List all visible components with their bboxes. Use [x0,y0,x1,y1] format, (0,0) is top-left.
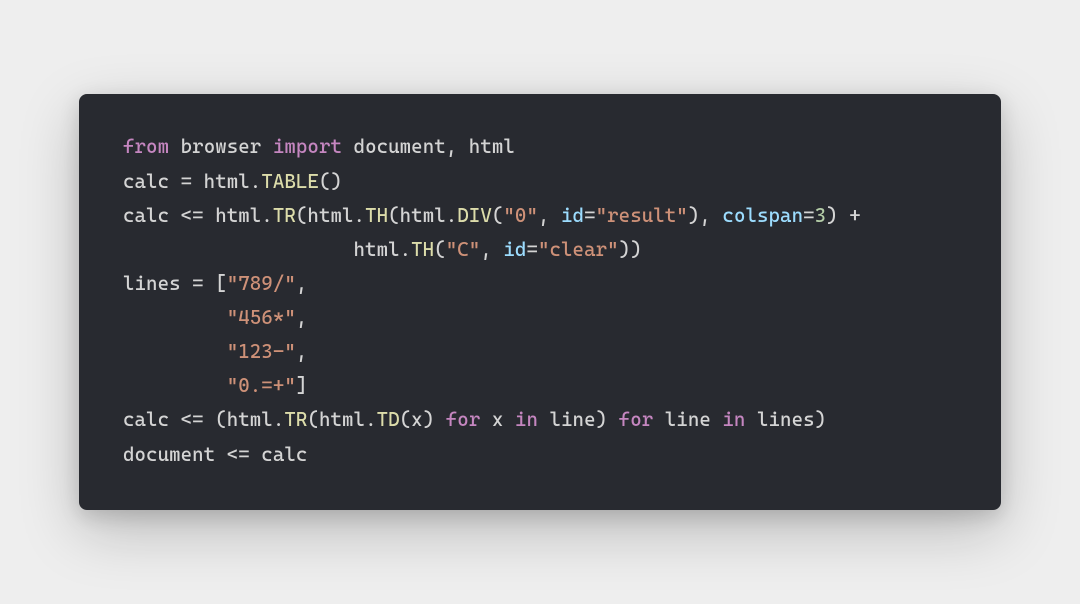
string-123: "123-" [227,340,296,363]
code-text [169,135,181,158]
code-text: , [480,238,503,261]
code-text: (html. [307,408,376,431]
code-text: = [526,238,538,261]
code-text: line) [538,408,619,431]
code-text: , [296,272,308,295]
code-text [261,135,273,158]
code-text: ), [688,204,723,227]
func-th: TH [365,204,388,227]
string-result: "result" [596,204,688,227]
code-text: (html. [296,204,365,227]
func-td: TD [377,408,400,431]
code-text: ] [296,374,308,397]
code-indent: html. [123,238,411,261]
import-list: document, html [354,135,515,158]
code-text: , [296,340,308,363]
code-indent [123,374,227,397]
func-tr: TR [273,204,296,227]
code-text: calc = html. [123,170,261,193]
code-text: lines) [745,408,826,431]
keyword-from: from [123,135,169,158]
keyword-in: in [722,408,745,431]
code-text: , [538,204,561,227]
func-table: TABLE [261,170,319,193]
code-text: , [296,306,308,329]
code-text [342,135,354,158]
code-text: )) [619,238,642,261]
module-browser: browser [181,135,262,158]
keyword-import: import [273,135,342,158]
code-text: document <= calc [123,443,307,466]
code-text: = [803,204,815,227]
kwarg-id: id [503,238,526,261]
string-456: "456*" [227,306,296,329]
code-text: x [480,408,515,431]
code-block: from browser import document, html calc … [123,130,957,471]
keyword-for: for [446,408,481,431]
kwarg-id: id [561,204,584,227]
number-3: 3 [815,204,827,227]
code-text: ( [434,238,446,261]
code-text: () [319,170,342,193]
code-text: lines = [ [123,272,227,295]
code-text: ( [492,204,504,227]
func-th: TH [411,238,434,261]
code-text: = [584,204,596,227]
keyword-for: for [619,408,654,431]
code-text: line [653,408,722,431]
code-indent [123,306,227,329]
string-789: "789/" [227,272,296,295]
code-text: calc <= (html. [123,408,284,431]
code-text: (x) [400,408,446,431]
string-zero: "0" [503,204,538,227]
string-clear: "clear" [538,238,619,261]
string-c: "C" [446,238,481,261]
string-0eq: "0.=+" [227,374,296,397]
code-panel: from browser import document, html calc … [79,94,1001,509]
keyword-in: in [515,408,538,431]
func-tr: TR [284,408,307,431]
code-text: (html. [388,204,457,227]
code-text: ) + [826,204,861,227]
code-text: calc <= html. [123,204,273,227]
func-div: DIV [457,204,492,227]
code-indent [123,340,227,363]
kwarg-colspan: colspan [722,204,803,227]
